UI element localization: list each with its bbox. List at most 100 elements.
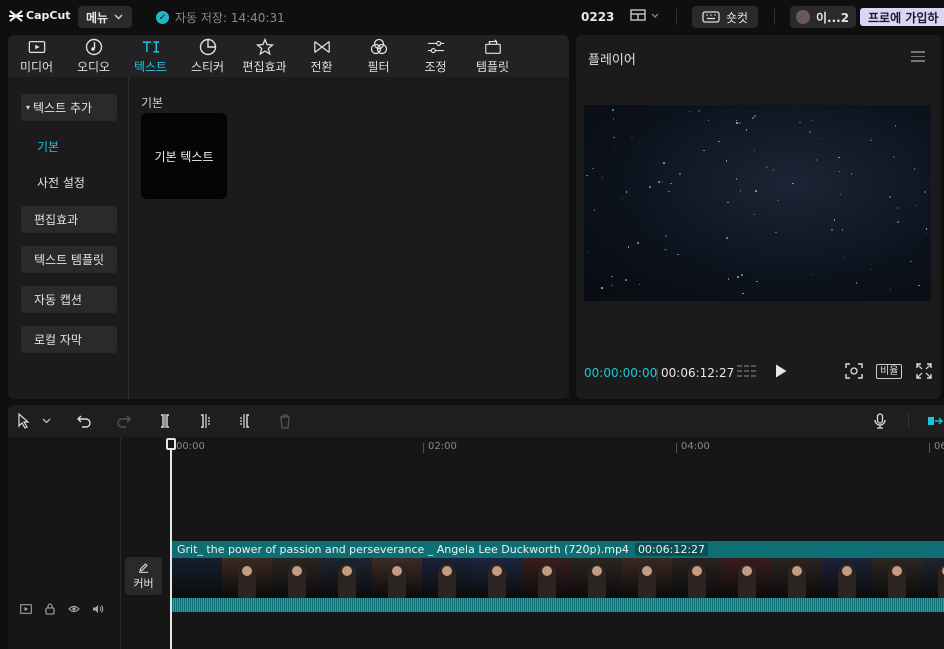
microphone-icon[interactable] [872,413,888,429]
star [736,122,738,124]
play-icon[interactable] [774,363,788,379]
playhead[interactable] [170,441,172,649]
clip-thumbnail [872,558,922,598]
tab-sticker[interactable]: 스티커 [179,35,236,77]
video-clip[interactable]: Grit_ the power of passion and persevera… [172,541,944,612]
ruler-tick [676,443,677,453]
select-cursor-icon[interactable] [16,413,32,429]
assets-panel: 미디어 오디오 텍스트 스티커 편집효과 전환 필터 조정 템플릿 ▾ 텍스트 … [8,35,569,399]
autosave-status: ✓ 자동 저장: 14:40:31 [156,9,285,26]
ratio-button[interactable]: 비율 [876,364,903,379]
star [612,109,614,111]
cover-button[interactable]: 커버 [125,557,162,595]
default-text-card[interactable]: 기본 텍스트 [141,113,227,199]
capcut-logo-icon [9,9,23,22]
star [735,119,738,122]
fit-screen-icon[interactable] [845,363,863,379]
clip-thumbnail [822,558,872,598]
star [870,268,873,271]
layout-button[interactable] [630,9,659,21]
playhead-handle[interactable] [166,438,176,450]
link-clips-icon[interactable] [926,413,944,429]
clip-thumbnail [372,558,422,598]
trim-right-icon[interactable] [237,413,253,429]
media-icon [28,38,46,56]
star [833,219,836,221]
tab-adjust[interactable]: 조정 [407,35,464,77]
sidebar-item-add-text[interactable]: ▾ 텍스트 추가 [21,94,117,121]
speaker-face [892,566,902,576]
star [613,136,615,139]
speaker-face [242,566,252,576]
delete-icon[interactable] [277,413,293,429]
sidebar-item-auto-caption[interactable]: 자동 캡션 [21,286,117,313]
star [601,287,603,289]
ruler-label: 06 [934,441,944,452]
star [870,139,872,142]
clip-thumbnail [772,558,822,598]
waveform-grid-icon[interactable] [736,363,758,379]
speaker-face [492,566,502,576]
star [664,248,666,251]
star [637,242,639,244]
fullscreen-icon[interactable] [916,363,932,379]
project-name[interactable]: 0223 [581,10,614,24]
chevron-down-icon[interactable] [38,413,54,429]
star [718,140,720,143]
video-preview[interactable] [584,105,931,301]
clip-thumbnail [672,558,722,598]
star [658,181,660,183]
player-panel: 플레이어 00:00:00:00 | 00:06:12:27 비율 [576,35,941,399]
redo-icon[interactable] [116,413,132,429]
menu-button[interactable]: 메뉴 [78,6,132,28]
tab-label: 스티커 [190,59,225,74]
tab-filter[interactable]: 필터 [350,35,407,77]
tab-label: 미디어 [19,59,54,74]
shortcut-button[interactable]: 숏컷 [692,6,758,28]
trim-left-icon[interactable] [197,413,213,429]
star [777,199,779,202]
eye-icon[interactable] [68,603,80,615]
edit-pencil-icon [139,562,148,573]
tab-audio[interactable]: 오디오 [65,35,122,77]
star [925,232,928,235]
undo-icon[interactable] [76,413,92,429]
sidebar-item-effects[interactable]: 편집효과 [21,206,117,233]
ruler-label: 04:00 [681,441,710,452]
star [742,292,744,295]
section-title: 기본 [141,96,164,110]
sidebar-item-text-template[interactable]: 텍스트 템플릿 [21,246,117,273]
star [896,207,899,209]
star [889,196,891,198]
sidebar-item-presets[interactable]: 사전 설정 [37,174,85,191]
tab-text[interactable]: 텍스트 [122,35,179,77]
shortcut-label: 숏컷 [725,10,749,25]
star [924,191,926,193]
lock-icon[interactable] [44,603,56,615]
logo-text: CapCut [26,9,71,22]
chevron-down-icon [114,14,123,20]
volume-icon[interactable] [92,603,104,615]
time-ruler[interactable]: 00:00 02:00 04:00 06 [170,437,944,455]
star [621,197,624,200]
card-label: 기본 텍스트 [154,149,214,164]
sidebar-item-basic[interactable]: 기본 [37,138,59,155]
user-button[interactable]: 이...2 [790,6,856,28]
star [741,274,743,276]
pro-signup-button[interactable]: 프로에 가입하 [860,8,944,26]
clip-thumbnail [422,558,472,598]
tab-effects[interactable]: 편집효과 [236,35,293,77]
tab-template[interactable]: 템플릿 [464,35,521,77]
star [817,137,820,140]
hamburger-menu-icon[interactable] [911,51,925,62]
text-sidebar: ▾ 텍스트 추가 기본 사전 설정 편집효과 텍스트 템플릿 자동 캡션 로컬 … [8,77,129,399]
tab-transition[interactable]: 전환 [293,35,350,77]
tab-media[interactable]: 미디어 [8,35,65,77]
split-icon[interactable] [157,413,173,429]
star [810,119,813,122]
video-track-icon[interactable] [20,603,32,615]
sidebar-item-local-subtitle[interactable]: 로컬 자막 [21,326,117,353]
avatar [796,10,810,24]
clip-header: Grit_ the power of passion and persevera… [172,541,944,558]
star [727,278,730,280]
